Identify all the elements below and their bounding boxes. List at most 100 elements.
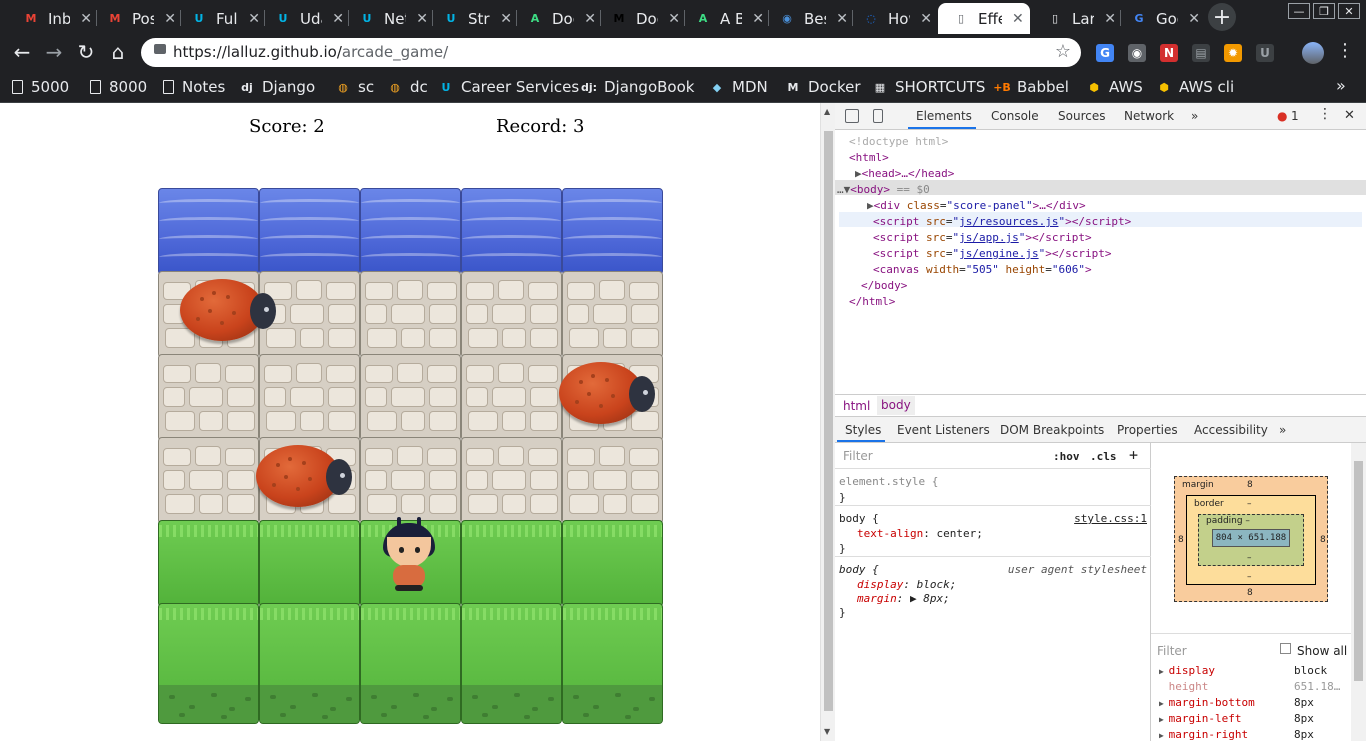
maximize-button[interactable]: ❐ xyxy=(1313,3,1335,19)
tab-11[interactable]: ▯ Effective ✕ xyxy=(938,3,1030,34)
tab-accessibility[interactable]: Accessibility xyxy=(1194,423,1268,437)
tab-3[interactable]: U Udacity ✕ xyxy=(274,3,344,34)
bookmark-5[interactable]: ◍ dc xyxy=(388,76,428,98)
settings-extension-icon[interactable]: ✹ xyxy=(1224,44,1242,62)
tab-properties[interactable]: Properties xyxy=(1117,423,1178,437)
minimize-button[interactable]: — xyxy=(1288,3,1310,19)
computed-prop-margin-right[interactable]: ▶ margin-right xyxy=(1159,728,1248,741)
printer-extension-icon[interactable]: ▤ xyxy=(1192,44,1210,62)
profile-avatar[interactable] xyxy=(1302,42,1324,64)
address-bar[interactable]: https://lalluz.github.io/arcade_game/ ☆ xyxy=(141,38,1081,67)
tab-13[interactable]: G Google ✕ xyxy=(1130,3,1200,34)
tab-close-icon[interactable]: ✕ xyxy=(416,11,428,27)
script-node-engine[interactable]: <script src="js/engine.js"></script> xyxy=(873,247,1111,260)
display-declaration[interactable]: display: block; xyxy=(857,578,956,591)
bookmark-13[interactable]: ⬢ AWS cli xyxy=(1157,76,1234,98)
tab-close-icon[interactable]: ✕ xyxy=(1188,11,1200,27)
tab-close-icon[interactable]: ✕ xyxy=(164,11,176,27)
forward-icon[interactable]: → xyxy=(40,38,68,66)
browser-menu-icon[interactable]: ⋮ xyxy=(1336,40,1354,61)
bookmark-2[interactable]: Notes xyxy=(163,76,225,98)
head-node[interactable]: ▶<head>…</head> xyxy=(855,167,954,180)
canvas-node[interactable]: <canvas width="505" height="606"> xyxy=(873,263,1092,276)
tab-6[interactable]: A Docs ✕ xyxy=(526,3,596,34)
show-all-checkbox[interactable] xyxy=(1280,643,1291,654)
tab-close-icon[interactable]: ✕ xyxy=(80,11,92,27)
devtools-menu-icon[interactable]: ⋮ xyxy=(1318,106,1332,122)
tab-8[interactable]: A A B ✕ xyxy=(694,3,764,34)
bookmark-star-icon[interactable]: ☆ xyxy=(1055,41,1071,62)
tab-dom-breakpoints[interactable]: DOM Breakpoints xyxy=(1000,423,1104,437)
new-rule-icon[interactable]: + xyxy=(1129,446,1138,464)
tab-network[interactable]: Network xyxy=(1124,109,1174,123)
inspect-icon[interactable] xyxy=(845,109,859,123)
cls-toggle[interactable]: .cls xyxy=(1090,450,1117,463)
bookmark-0[interactable]: 5000 xyxy=(12,76,69,98)
computed-prop-display[interactable]: ▶ display xyxy=(1159,664,1215,677)
bookmarks-overflow-icon[interactable]: » xyxy=(1336,76,1346,95)
script-node-app[interactable]: <script src="js/app.js"></script> xyxy=(873,231,1092,244)
close-window-button[interactable]: ✕ xyxy=(1338,3,1360,19)
bookmark-11[interactable]: +B Babbel xyxy=(993,76,1069,98)
game-canvas[interactable] xyxy=(158,188,663,724)
tab-2[interactable]: U Full ✕ xyxy=(190,3,260,34)
margin-bottom-value[interactable]: 8 xyxy=(1247,588,1253,598)
tab-event-listeners[interactable]: Event Listeners xyxy=(897,423,990,437)
tab-elements[interactable]: Elements xyxy=(916,109,972,123)
element-style-selector[interactable]: element.style { xyxy=(839,475,938,488)
tab-5[interactable]: U Structure ✕ xyxy=(442,3,512,34)
box-model-margin[interactable]: margin 8 8 8 8 border – – padding – – 80… xyxy=(1174,476,1328,602)
new-tab-button[interactable]: + xyxy=(1208,3,1236,31)
scroll-down-icon[interactable]: ▼ xyxy=(824,727,830,736)
styles-filter-input[interactable]: Filter xyxy=(839,446,1044,466)
bookmark-1[interactable]: 8000 xyxy=(90,76,147,98)
tab-close-icon[interactable]: ✕ xyxy=(668,11,680,27)
netflix-extension-icon[interactable]: N xyxy=(1160,44,1178,62)
tab-close-icon[interactable]: ✕ xyxy=(500,11,512,27)
location-extension-icon[interactable]: ◉ xyxy=(1128,44,1146,62)
tab-sources[interactable]: Sources xyxy=(1058,109,1105,123)
styles-scrollbar[interactable] xyxy=(1351,443,1366,741)
ua-rule-selector[interactable]: body { xyxy=(839,563,879,576)
body-node[interactable]: …▼<body> == $0 xyxy=(837,183,930,196)
script-node-resources[interactable]: <script src="js/resources.js"></script> xyxy=(873,215,1131,228)
error-icon[interactable]: ● xyxy=(1277,109,1287,123)
computed-prop-margin-left[interactable]: ▶ margin-left xyxy=(1159,712,1242,725)
udacity-extension-icon[interactable]: U xyxy=(1256,44,1274,62)
tab-close-icon[interactable]: ✕ xyxy=(332,11,344,27)
bookmark-4[interactable]: ◍ sc xyxy=(336,76,374,98)
tab-0[interactable]: M Inbox ✕ xyxy=(22,3,92,34)
text-align-declaration[interactable]: text-align: center; xyxy=(857,527,983,540)
html-close-node[interactable]: </html> xyxy=(849,295,895,308)
page-scroll-thumb[interactable] xyxy=(824,131,833,711)
reload-icon[interactable]: ↻ xyxy=(72,38,100,66)
tab-close-icon[interactable]: ✕ xyxy=(248,11,260,27)
tab-10[interactable]: ◌ How ✕ xyxy=(862,3,932,34)
more-subtabs-icon[interactable]: » xyxy=(1279,423,1286,437)
device-toolbar-icon[interactable] xyxy=(873,109,883,123)
tab-close-icon[interactable]: ✕ xyxy=(920,11,932,27)
more-tabs-icon[interactable]: » xyxy=(1191,109,1198,123)
margin-left-value[interactable]: 8 xyxy=(1178,535,1184,545)
score-panel-node[interactable]: ▶<div class="score-panel">…</div> xyxy=(867,199,1086,212)
back-icon[interactable]: ← xyxy=(8,38,36,66)
bookmark-10[interactable]: ▦ SHORTCUTS xyxy=(873,76,986,98)
tab-close-icon[interactable]: ✕ xyxy=(1104,11,1116,27)
scroll-up-icon[interactable]: ▲ xyxy=(824,107,830,116)
tab-7[interactable]: M Docker ✕ xyxy=(610,3,680,34)
doctype-node[interactable]: <!doctype html> xyxy=(849,135,948,148)
bookmark-3[interactable]: dj Django xyxy=(240,76,315,98)
box-model-border[interactable]: border – – padding – – 804 × 651.188 xyxy=(1186,495,1316,585)
body-rule-selector[interactable]: body { xyxy=(839,512,879,525)
tab-1[interactable]: M Posts ✕ xyxy=(106,3,176,34)
translate-extension-icon[interactable]: G xyxy=(1096,44,1114,62)
breadcrumb-html[interactable]: html xyxy=(843,399,870,413)
bookmark-7[interactable]: dj: DjangoBook xyxy=(581,76,694,98)
tab-close-icon[interactable]: ✕ xyxy=(752,11,764,27)
styles-scroll-thumb[interactable] xyxy=(1354,461,1363,681)
border-bottom-value[interactable]: – xyxy=(1247,572,1252,582)
error-count[interactable]: 1 xyxy=(1291,109,1299,123)
tab-close-icon[interactable]: ✕ xyxy=(1012,11,1024,27)
page-scrollbar[interactable]: ▲ ▼ xyxy=(820,103,835,741)
body-close-node[interactable]: </body> xyxy=(861,279,907,292)
